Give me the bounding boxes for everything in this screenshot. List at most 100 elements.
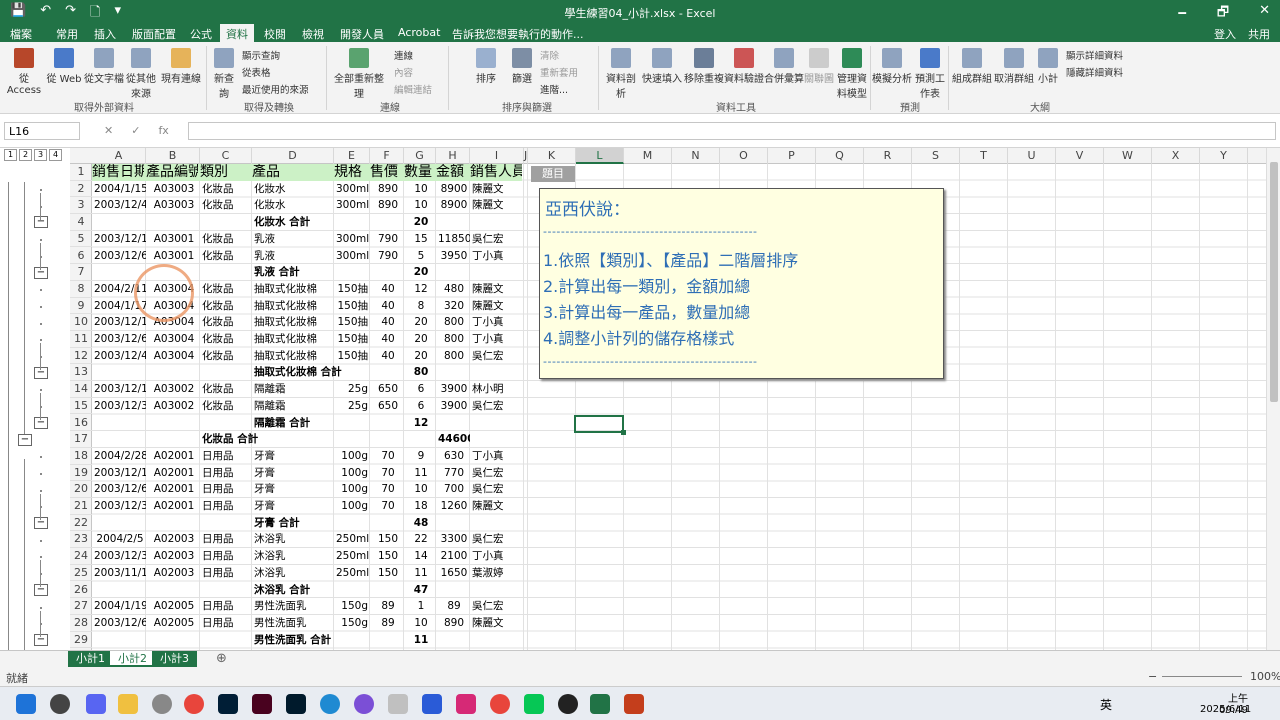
- cell-H3[interactable]: 8900: [438, 197, 470, 214]
- column-header-I[interactable]: I: [470, 148, 524, 164]
- restore-button[interactable]: 🗗: [1217, 3, 1229, 25]
- cell-H1[interactable]: 金額: [436, 164, 468, 181]
- cell-D7[interactable]: 乳液 合計: [254, 264, 402, 281]
- row-header[interactable]: 19: [70, 465, 92, 482]
- row-header[interactable]: 28: [70, 615, 92, 632]
- cell-D29[interactable]: 男性洗面乳 合計: [254, 632, 402, 649]
- instagram-icon[interactable]: [456, 694, 476, 714]
- outline-level-2-button[interactable]: 2: [19, 149, 32, 161]
- cell-G11[interactable]: 20: [406, 331, 436, 348]
- cell-C17[interactable]: 化妝品 合計: [202, 431, 310, 448]
- column-header-C[interactable]: C: [200, 148, 252, 164]
- cell-C1[interactable]: 類別: [200, 164, 250, 181]
- cell-B27[interactable]: A02005: [148, 598, 200, 615]
- tab-home[interactable]: 常用: [56, 26, 78, 42]
- cell-D9[interactable]: 抽取式化妝棉: [254, 298, 334, 315]
- cell-G24[interactable]: 14: [406, 548, 436, 565]
- cell-A15[interactable]: 2003/12/3: [94, 398, 146, 415]
- cell-I18[interactable]: 丁小真: [472, 448, 524, 465]
- hide-detail-button[interactable]: 隱藏詳細資料: [1066, 65, 1123, 79]
- cell-D27[interactable]: 男性洗面乳: [254, 598, 334, 615]
- cell-D1[interactable]: 產品: [252, 164, 332, 181]
- cell-A5[interactable]: 2003/12/16: [94, 231, 146, 248]
- cell-F23[interactable]: 150: [372, 531, 404, 548]
- start-icon[interactable]: [16, 694, 36, 714]
- cell-I15[interactable]: 吳仁宏: [472, 398, 524, 415]
- outline-level-1-button[interactable]: 1: [4, 149, 17, 161]
- cell-H24[interactable]: 2100: [438, 548, 470, 565]
- cell-G18[interactable]: 9: [406, 448, 436, 465]
- cell-D25[interactable]: 沐浴乳: [254, 565, 334, 582]
- column-header-V[interactable]: V: [1056, 148, 1104, 164]
- text-to-columns-button[interactable]: 資料剖析: [602, 48, 640, 100]
- cell-C24[interactable]: 日用品: [202, 548, 252, 565]
- formula-input[interactable]: [188, 122, 1276, 140]
- chrome-icon[interactable]: [184, 694, 204, 714]
- tab-view[interactable]: 檢視: [302, 26, 324, 42]
- indesign-icon[interactable]: [252, 694, 272, 714]
- column-header-G[interactable]: G: [404, 148, 436, 164]
- cell-E19[interactable]: 100g: [336, 465, 370, 482]
- cell-H6[interactable]: 3950: [438, 248, 470, 265]
- cell-C28[interactable]: 日用品: [202, 615, 252, 632]
- cell-E14[interactable]: 25g: [336, 381, 370, 398]
- existing-connections-button[interactable]: 現有連線: [160, 48, 202, 85]
- cell-C6[interactable]: 化妝品: [202, 248, 252, 265]
- recent-sources-button[interactable]: 最近使用的來源: [242, 82, 309, 96]
- tab-insert[interactable]: 插入: [94, 26, 116, 42]
- row-header[interactable]: 10: [70, 314, 92, 331]
- column-header-H[interactable]: H: [436, 148, 470, 164]
- cell-F18[interactable]: 70: [372, 448, 404, 465]
- row-header[interactable]: 27: [70, 598, 92, 615]
- cell-I9[interactable]: 陳麗文: [472, 298, 524, 315]
- edit-links-button[interactable]: 編輯連結: [394, 82, 432, 96]
- cell-F27[interactable]: 89: [372, 598, 404, 615]
- cell-C20[interactable]: 日用品: [202, 481, 252, 498]
- cell-B14[interactable]: A03002: [148, 381, 200, 398]
- column-header-W[interactable]: W: [1104, 148, 1152, 164]
- cell-E10[interactable]: 150抽: [336, 314, 370, 331]
- cell-E20[interactable]: 100g: [336, 481, 370, 498]
- column-header-K[interactable]: K: [528, 148, 576, 164]
- cell-I8[interactable]: 陳麗文: [472, 281, 524, 298]
- column-header-U[interactable]: U: [1008, 148, 1056, 164]
- cell-I11[interactable]: 丁小真: [472, 331, 524, 348]
- cell-B1[interactable]: 產品編號: [146, 164, 198, 181]
- cell-I5[interactable]: 吳仁宏: [472, 231, 524, 248]
- cell-E1[interactable]: 規格: [334, 164, 368, 181]
- sheet-tab-2[interactable]: 小計2: [110, 651, 155, 667]
- column-header-D[interactable]: D: [252, 148, 334, 164]
- cell-B24[interactable]: A02003: [148, 548, 200, 565]
- cell-B2[interactable]: A03003: [148, 181, 200, 198]
- cell-G1[interactable]: 數量: [404, 164, 434, 181]
- cell-I2[interactable]: 陳麗文: [472, 181, 524, 198]
- column-header-X[interactable]: X: [1152, 148, 1200, 164]
- cell-A11[interactable]: 2003/12/6: [94, 331, 146, 348]
- column-header-L[interactable]: L: [576, 148, 624, 164]
- cell-H27[interactable]: 89: [438, 598, 470, 615]
- row-header[interactable]: 5: [70, 231, 92, 248]
- cell-E3[interactable]: 300ml: [336, 197, 370, 214]
- row-header[interactable]: 22: [70, 515, 92, 532]
- tab-data[interactable]: 資料: [220, 24, 254, 42]
- cell-F1[interactable]: 售價: [370, 164, 402, 181]
- add-sheet-icon[interactable]: ⊕: [216, 651, 227, 666]
- cell-C11[interactable]: 化妝品: [202, 331, 252, 348]
- cell-A23[interactable]: 2004/2/5: [94, 531, 146, 548]
- cell-G27[interactable]: 1: [406, 598, 436, 615]
- outline-level-3-button[interactable]: 3: [34, 149, 47, 161]
- cell-D3[interactable]: 化妝水: [254, 197, 334, 214]
- cell-I14[interactable]: 林小明: [472, 381, 524, 398]
- cell-D13[interactable]: 抽取式化妝棉 合計: [254, 364, 402, 381]
- cell-A27[interactable]: 2004/1/19: [94, 598, 146, 615]
- cell-D19[interactable]: 牙膏: [254, 465, 334, 482]
- tab-acrobat[interactable]: Acrobat: [398, 26, 440, 39]
- cell-I1[interactable]: 銷售人員: [470, 164, 522, 181]
- cell-F25[interactable]: 150: [372, 565, 404, 582]
- cell-E23[interactable]: 250ml: [336, 531, 370, 548]
- row-header[interactable]: 16: [70, 415, 92, 432]
- cell-H19[interactable]: 770: [438, 465, 470, 482]
- cell-B11[interactable]: A03004: [148, 331, 200, 348]
- cell-A2[interactable]: 2004/1/15: [94, 181, 146, 198]
- column-header-R[interactable]: R: [864, 148, 912, 164]
